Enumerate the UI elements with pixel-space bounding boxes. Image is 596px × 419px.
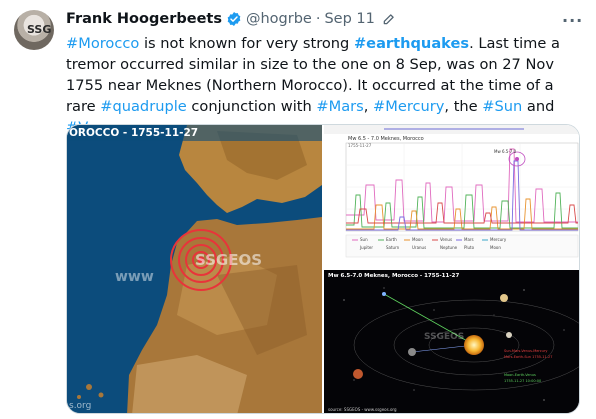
hashtag-link[interactable]: #Mercury xyxy=(373,98,444,115)
svg-text:Mars: Mars xyxy=(464,237,474,242)
conjunction-chart-image[interactable]: Mw 6.5-7.0 Sun Earth Moon Venus Mars Mercury… xyxy=(324,125,579,268)
tweet-text-segment: , xyxy=(363,98,374,115)
svg-text:1755-11-27 10:00:00: 1755-11-27 10:00:00 xyxy=(504,379,541,383)
space-watermark: SSGEOS xyxy=(424,332,465,342)
svg-text:Moon: Moon xyxy=(412,237,423,242)
map-footer-left: www xyxy=(115,269,154,285)
svg-text:Saturn: Saturn xyxy=(386,245,400,250)
svg-text:Sun: Sun xyxy=(360,237,368,242)
earthquake-map-image[interactable]: OROCCO - 1755-11-27 SSGEOS www s.org xyxy=(67,125,322,413)
map-watermark: SSGEOS xyxy=(195,251,263,269)
author-avatar[interactable]: SSG xyxy=(14,10,54,50)
chart-title: Mw 6.5 - 7.0 Meknes, Morocco xyxy=(348,136,424,142)
tweet-header: Frank Hoogerbeets @hogrbe · Sep 11 xyxy=(66,9,396,29)
media-grid[interactable]: OROCCO - 1755-11-27 SSGEOS www s.org Mw … xyxy=(66,124,580,414)
author-name[interactable]: Frank Hoogerbeets xyxy=(66,11,222,27)
svg-text:Mercury: Mercury xyxy=(490,237,507,242)
space-title: Mw 6.5-7.0 Meknes, Morocco - 1755-11-27 xyxy=(328,273,460,279)
svg-text:Uranus: Uranus xyxy=(412,245,426,250)
chart-subtitle: 1755-11-27 xyxy=(348,143,372,148)
tweet-text-segment: is not known for very strong xyxy=(139,35,354,52)
hashtag-link[interactable]: #Mars xyxy=(316,98,363,115)
hashtag-link[interactable]: #quadruple xyxy=(100,98,187,115)
svg-text:Moon-Earth-Venus: Moon-Earth-Venus xyxy=(504,373,536,377)
more-options-icon[interactable]: ··· xyxy=(562,11,583,30)
tweet-text-segment: and xyxy=(522,98,555,115)
tweet-text: #Morocco is not known for very strong #e… xyxy=(66,33,580,138)
avatar-text: SSG xyxy=(27,23,52,36)
space-source: source: SSGEOS - www.ssgeos.org xyxy=(328,407,397,412)
tweet-date[interactable]: Sep 11 xyxy=(324,11,374,27)
svg-text:Pluto: Pluto xyxy=(464,245,475,250)
svg-text:Mars-Earth-Sun 1755-11-27: Mars-Earth-Sun 1755-11-27 xyxy=(504,355,552,359)
hashtag-link[interactable]: #Sun xyxy=(482,98,522,115)
separator-dot: · xyxy=(315,11,321,27)
svg-text:Mw 6.5-7.0: Mw 6.5-7.0 xyxy=(494,149,517,154)
hashtag-link[interactable]: #Morocco xyxy=(66,35,139,52)
svg-text:Earth: Earth xyxy=(386,237,397,242)
map-footer: s.org xyxy=(69,401,92,411)
edited-pencil-icon[interactable] xyxy=(382,12,396,26)
tweet-text-segment: conjunction with xyxy=(186,98,317,115)
author-handle[interactable]: @hogrbe xyxy=(246,11,312,27)
map-title: OROCCO - 1755-11-27 xyxy=(69,127,199,139)
svg-text:Venus: Venus xyxy=(440,237,452,242)
tweet-text-segment: , the xyxy=(444,98,483,115)
svg-text:Moon: Moon xyxy=(490,245,501,250)
verified-badge-icon xyxy=(227,12,241,26)
hashtag-link[interactable]: #earthquakes xyxy=(354,35,469,52)
solar-system-image[interactable]: Sun-Mars-Venus-Mercury Mars-Earth-Sun 17… xyxy=(324,270,579,413)
svg-text:Sun-Mars-Venus-Mercury: Sun-Mars-Venus-Mercury xyxy=(504,349,547,353)
svg-text:Jupiter: Jupiter xyxy=(359,245,373,250)
svg-text:Neptune: Neptune xyxy=(440,245,458,250)
